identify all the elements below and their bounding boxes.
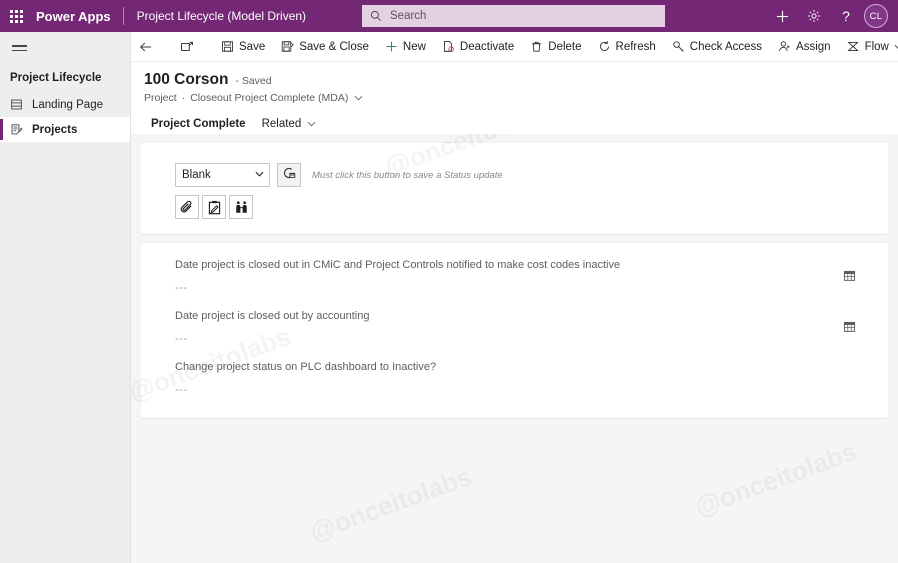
breadcrumb-entity: Project [144, 92, 177, 104]
command-bar: Save Save & Close New Deactivate Delete [131, 32, 898, 62]
breadcrumb-form-name[interactable]: Closeout Project Complete (MDA) [190, 92, 348, 104]
command-label: Assign [796, 40, 831, 53]
refresh-icon [598, 40, 611, 53]
status-hint-text: Must click this button to save a Status … [312, 169, 503, 181]
field-label: Date project is closed out by accounting [175, 310, 370, 322]
app-launcher-icon[interactable] [0, 0, 32, 32]
form-body: @onceitolabs @onceitolabs @onceitolabs @… [131, 134, 898, 563]
command-label: Deactivate [459, 40, 515, 53]
breadcrumb-separator: · [181, 92, 186, 104]
tab-label: Project Complete [151, 118, 246, 130]
calendar-icon[interactable] [843, 320, 856, 333]
status-select-wrapper: Blank [175, 163, 270, 187]
sidebar-item-label: Projects [32, 123, 78, 136]
save-icon [221, 40, 234, 53]
sitemap-toggle-icon[interactable] [0, 32, 38, 64]
save-button[interactable]: Save [213, 32, 273, 62]
popout-icon [180, 41, 194, 53]
command-label: Flow [864, 40, 889, 53]
saved-status: - Saved [235, 75, 272, 87]
closeout-fields-card: Date project is closed out in CMiC and P… [141, 243, 888, 418]
entity-list-icon [10, 123, 32, 136]
plus-icon [385, 40, 398, 53]
tab-label: Related [261, 118, 302, 130]
page-title: 100 Corson [144, 71, 229, 88]
dashboard-icon [10, 98, 32, 111]
gear-icon[interactable] [798, 0, 830, 32]
record-header: 100 Corson - Saved Project · Closeout Pr… [131, 62, 898, 136]
save-status-icon [282, 166, 296, 185]
sidebar-group-title: Project Lifecycle [10, 72, 102, 84]
new-button[interactable]: New [377, 32, 434, 62]
flow-icon [847, 40, 860, 53]
command-label: Save & Close [299, 40, 369, 53]
app-name-label[interactable]: Project Lifecycle (Model Driven) [124, 9, 306, 23]
suite-header: Power Apps Project Lifecycle (Model Driv… [0, 0, 898, 32]
deactivate-icon [442, 40, 455, 53]
form-tabs: Project Complete Related [131, 113, 898, 136]
chevron-down-icon [307, 121, 316, 127]
save-and-close-button[interactable]: Save & Close [273, 32, 377, 62]
attachment-icon[interactable] [175, 195, 199, 219]
search-box[interactable] [362, 5, 665, 27]
breadcrumb: Project · Closeout Project Complete (MDA… [131, 89, 898, 104]
hamburger-lines [11, 42, 27, 54]
sidebar: Project Lifecycle Landing Page Projects [0, 32, 131, 563]
avatar[interactable]: CL [864, 4, 888, 28]
command-label: Save [239, 40, 266, 53]
calendar-icon[interactable] [843, 269, 856, 282]
command-label: New [402, 40, 426, 53]
trash-icon [530, 40, 543, 53]
suite-actions: ? CL [766, 0, 894, 32]
field-label: Date project is closed out in CMiC and P… [175, 259, 621, 271]
sidebar-item-landing-page[interactable]: Landing Page [0, 92, 130, 117]
field-value[interactable]: --- [175, 271, 888, 294]
watermark: @onceitolabs [691, 436, 861, 523]
field-cmic-closeout-date: Date project is closed out in CMiC and P… [141, 243, 888, 294]
sidebar-item-label: Landing Page [32, 98, 103, 111]
command-label: Refresh [615, 40, 656, 53]
watermark: @onceitolabs [306, 461, 476, 548]
status-select[interactable]: Blank [175, 163, 270, 187]
save-close-icon [281, 40, 295, 53]
note-edit-icon[interactable] [202, 195, 226, 219]
deactivate-button[interactable]: Deactivate [434, 32, 522, 62]
field-value[interactable]: --- [175, 373, 888, 396]
status-row: Blank Must click this button to save a S… [141, 143, 888, 187]
back-arrow-icon [139, 41, 153, 53]
app-root: Power Apps Project Lifecycle (Model Driv… [0, 0, 898, 563]
assign-user-icon [778, 40, 791, 53]
flow-button[interactable]: Flow [839, 32, 898, 62]
sidebar-item-projects[interactable]: Projects [0, 117, 130, 142]
waffle-grid [9, 9, 23, 23]
check-access-button[interactable]: Check Access [664, 32, 770, 62]
help-icon[interactable]: ? [830, 0, 862, 32]
field-label: Change project status on PLC dashboard t… [175, 361, 437, 373]
search-icon [370, 10, 382, 22]
save-status-button[interactable] [277, 163, 301, 187]
people-icon[interactable] [229, 195, 253, 219]
assign-button[interactable]: Assign [770, 32, 839, 62]
brand-label[interactable]: Power Apps [32, 9, 123, 24]
field-accounting-closeout-date: Date project is closed out by accounting… [141, 294, 888, 345]
chevron-down-icon [894, 44, 898, 50]
new-record-icon[interactable] [766, 0, 798, 32]
field-value[interactable]: --- [175, 322, 888, 345]
back-button[interactable] [131, 32, 166, 62]
record-title-row: 100 Corson - Saved [131, 62, 898, 89]
search-input[interactable] [388, 9, 628, 23]
status-update-card: Blank Must click this button to save a S… [141, 143, 888, 234]
command-label: Check Access [689, 40, 763, 53]
record-action-buttons [141, 187, 888, 219]
field-plc-status-inactive: Change project status on PLC dashboard t… [141, 345, 888, 396]
chevron-down-icon[interactable] [354, 95, 363, 101]
key-icon [672, 40, 685, 53]
delete-button[interactable]: Delete [522, 32, 589, 62]
open-new-window-button[interactable] [172, 32, 207, 62]
refresh-button[interactable]: Refresh [590, 32, 664, 62]
command-label: Delete [548, 40, 582, 53]
